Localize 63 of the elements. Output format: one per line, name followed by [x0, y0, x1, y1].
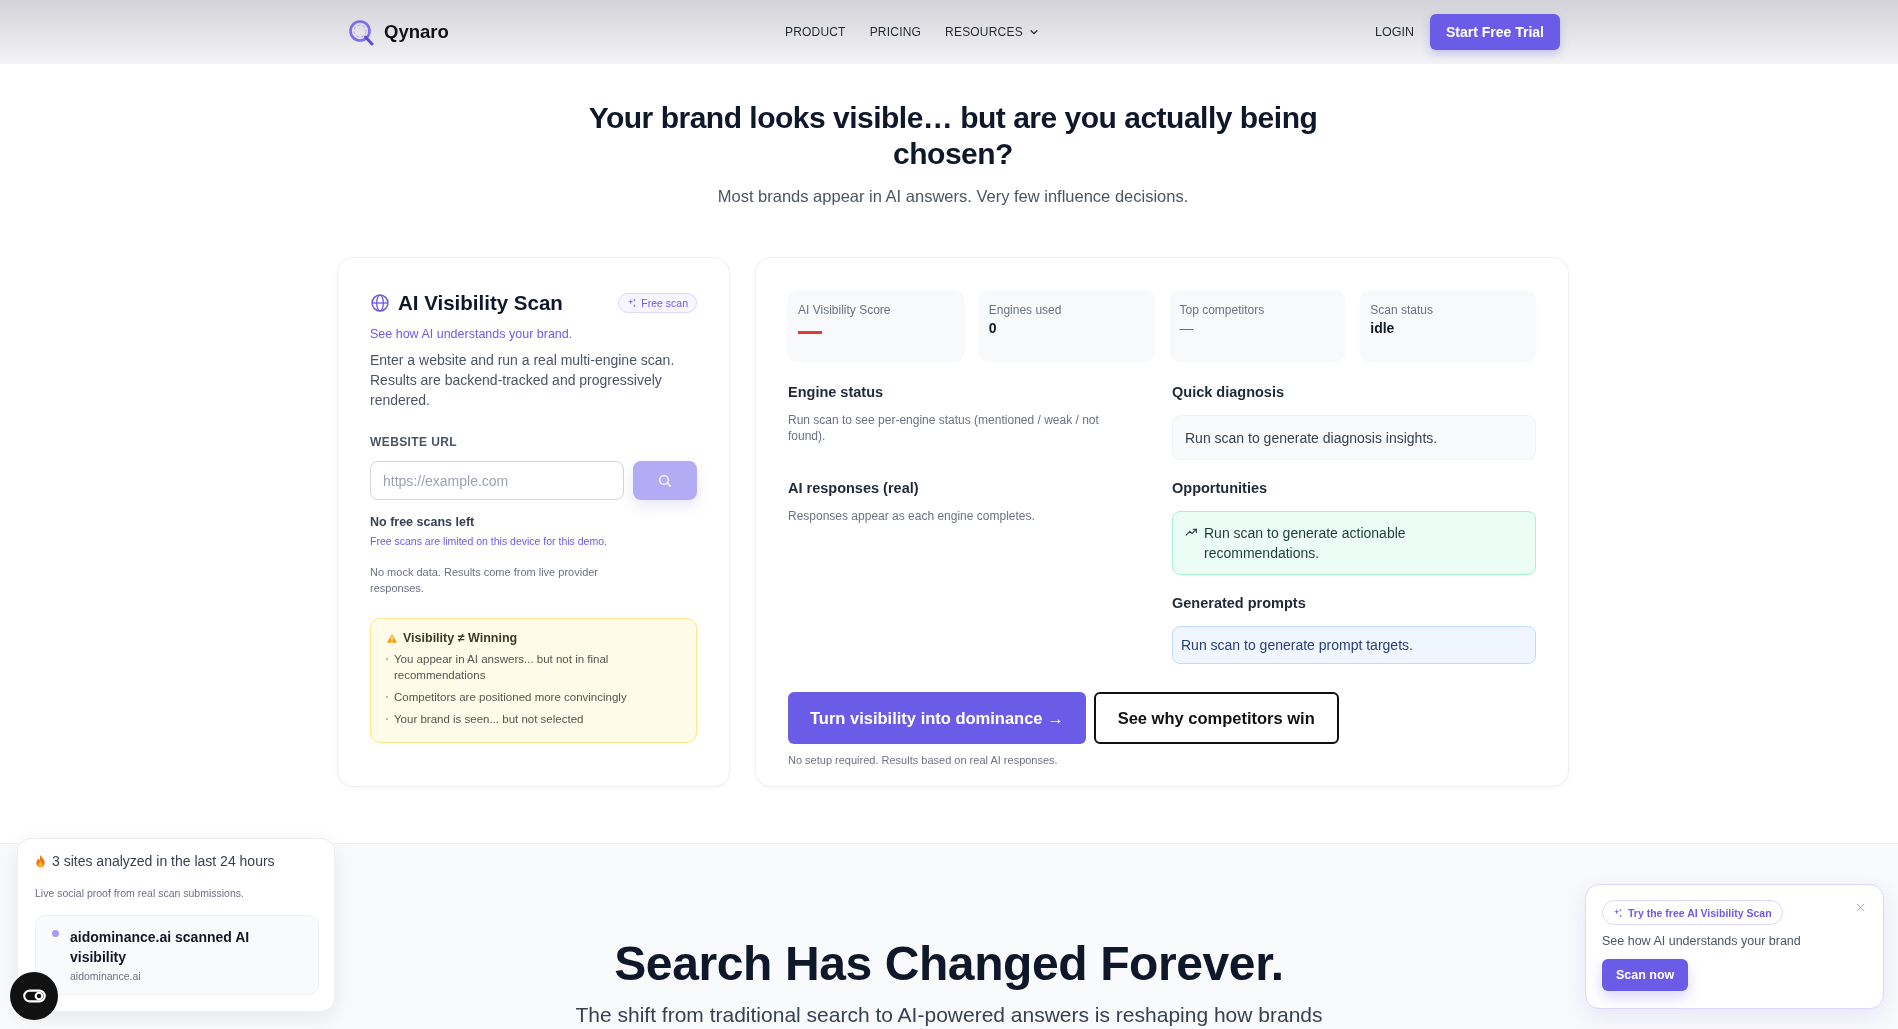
section-heading: Quick diagnosis	[1172, 384, 1285, 400]
section-subtitle: The shift from traditional search to AI-powered answers is reshaping how brands	[575, 1003, 1323, 1027]
stat-label: Top competitors	[1179, 303, 1266, 317]
start-trial-button[interactable]: Start Free Trial	[1429, 14, 1560, 50]
activity-headline: 3 sites analyzed in the last 24 hours	[52, 853, 275, 869]
section-title: Search Has Changed Forever.	[614, 936, 1284, 992]
section-heading: AI responses (real)	[788, 480, 920, 496]
stat-value: —	[1179, 320, 1195, 336]
url-input-field[interactable]: https://example.com	[370, 461, 625, 500]
stat-label: Scan status	[1370, 303, 1434, 317]
stat-label: Engines used	[988, 303, 1063, 317]
warning-item: You appear in AI answers... but not in final recommendations	[394, 652, 610, 683]
scan-invite-link[interactable]: Try the free AI Visibility Scan	[1602, 900, 1783, 925]
prompts-box: Run scan to generate prompt targets.	[1172, 626, 1536, 664]
trending-up-icon	[1185, 526, 1198, 539]
warning-item: Your brand is seen... but not selected	[394, 712, 584, 727]
brand-name[interactable]: Qynaro	[384, 21, 449, 43]
logo-icon[interactable]	[347, 18, 375, 46]
panel-note-text: Responses appear as each engine completes.	[788, 508, 1036, 524]
search-icon	[657, 472, 674, 489]
sparkle-icon	[1613, 907, 1623, 918]
login-link[interactable]: LOGIN	[1375, 25, 1414, 39]
promo-text: See how AI understands your brand	[1602, 934, 1802, 948]
field-label: WEBSITE URL	[370, 435, 459, 449]
toggle-switch-icon	[22, 989, 46, 1003]
warning-icon	[386, 632, 398, 644]
chevron-down-icon	[1028, 27, 1039, 37]
nav-link[interactable]: RESOURCES	[945, 25, 1039, 39]
activity-title: aidominance.ai scanned AI visibility	[70, 928, 251, 967]
warning-item: Competitors are positioned more convincingly	[394, 690, 627, 705]
section-heading: Engine status	[788, 384, 885, 400]
stat-value: 0	[988, 320, 998, 336]
diagnosis-box: Run scan to generate diagnosis insights.	[1172, 415, 1536, 460]
data-note-text: No mock data. Results come from live provider responses.	[370, 565, 600, 596]
activity-domain: aidominance.ai	[70, 970, 142, 982]
card-title: AI Visibility Scan	[398, 291, 563, 315]
hero-subtitle: Most brands appear in AI answers. Very few influence decisions.	[717, 187, 1189, 206]
stat-value: idle	[1370, 320, 1396, 336]
section-heading: Generated prompts	[1172, 595, 1307, 611]
hero-heading: Your brand looks visible… but are you actually being chosen?	[587, 100, 1319, 172]
promo-badge-label: Try the free AI Visibility Scan	[1628, 906, 1772, 919]
score-placeholder-bar	[798, 331, 822, 334]
activity-note: Live social proof from real scan submissions.	[35, 887, 245, 899]
limit-status-text: No free scans left	[370, 515, 476, 529]
tagline-text: See how AI understands your brand.	[370, 327, 574, 341]
badge-label: Free scan	[641, 297, 688, 309]
section-heading: Opportunities	[1172, 480, 1269, 496]
footnote-text: No setup required. Results based on real AI responses.	[788, 754, 1059, 766]
flame-icon	[35, 854, 46, 868]
dominance-button[interactable]: Turn visibility into dominance →	[788, 692, 1086, 744]
sparkle-icon	[627, 298, 638, 308]
competitors-button[interactable]: See why competitors win	[1093, 692, 1339, 744]
nav-link[interactable]: PRODUCT	[784, 25, 846, 39]
status-dot-icon	[52, 930, 59, 937]
stat-label: AI Visibility Score	[798, 303, 892, 317]
panel-note-text: Run scan to see per-engine status (mentioned / weak / not found).	[788, 412, 1100, 444]
warning-title: Visibility ≠ Winning	[403, 631, 518, 645]
limit-note-text: Free scans are limited on this device for this demo.	[370, 535, 608, 547]
globe-icon	[370, 293, 390, 313]
opportunities-text: Run scan to generate actionable recommendations.	[1204, 524, 1407, 563]
nav-link[interactable]: PRICING	[869, 25, 922, 39]
description-text: Enter a website and run a real multi-engine scan. Results are backend-tracked and progressively rendered.	[370, 351, 676, 410]
scan-now-button[interactable]: Scan now	[1602, 959, 1689, 991]
